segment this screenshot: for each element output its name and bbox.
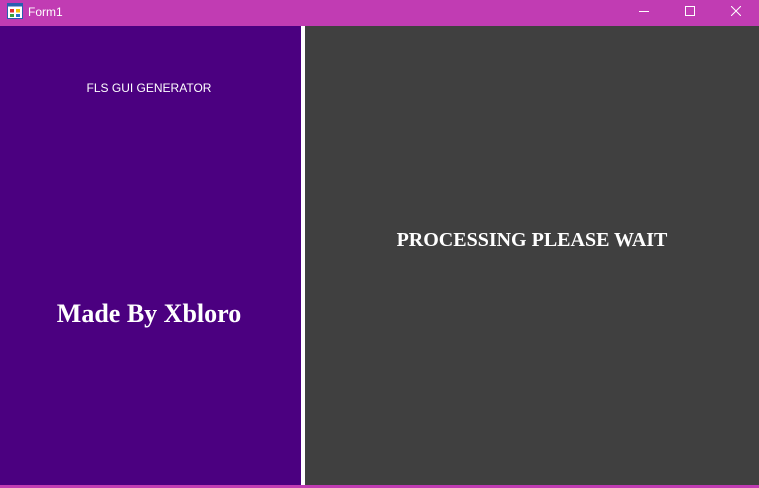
window-title: Form1: [28, 5, 63, 19]
minimize-button[interactable]: [621, 0, 667, 24]
maximize-button[interactable]: [667, 0, 713, 24]
maximize-icon: [685, 3, 695, 21]
close-icon: [730, 3, 742, 21]
app-window: Form1 FLS GUI GENERATOR Made By Xbloro P…: [0, 0, 759, 488]
right-panel: PROCESSING PLEASE WAIT: [305, 26, 759, 485]
credit-label: Made By Xbloro: [56, 299, 242, 328]
left-panel: FLS GUI GENERATOR Made By Xbloro: [0, 26, 301, 485]
processing-status-label: PROCESSING PLEASE WAIT: [396, 229, 668, 251]
form-client-area: FLS GUI GENERATOR Made By Xbloro PROCESS…: [0, 26, 759, 485]
minimize-icon: [639, 3, 649, 21]
app-icon[interactable]: [7, 3, 23, 19]
title-bar[interactable]: Form1: [0, 0, 759, 24]
generator-title-label: FLS GUI GENERATOR: [86, 81, 212, 95]
close-button[interactable]: [713, 0, 759, 24]
